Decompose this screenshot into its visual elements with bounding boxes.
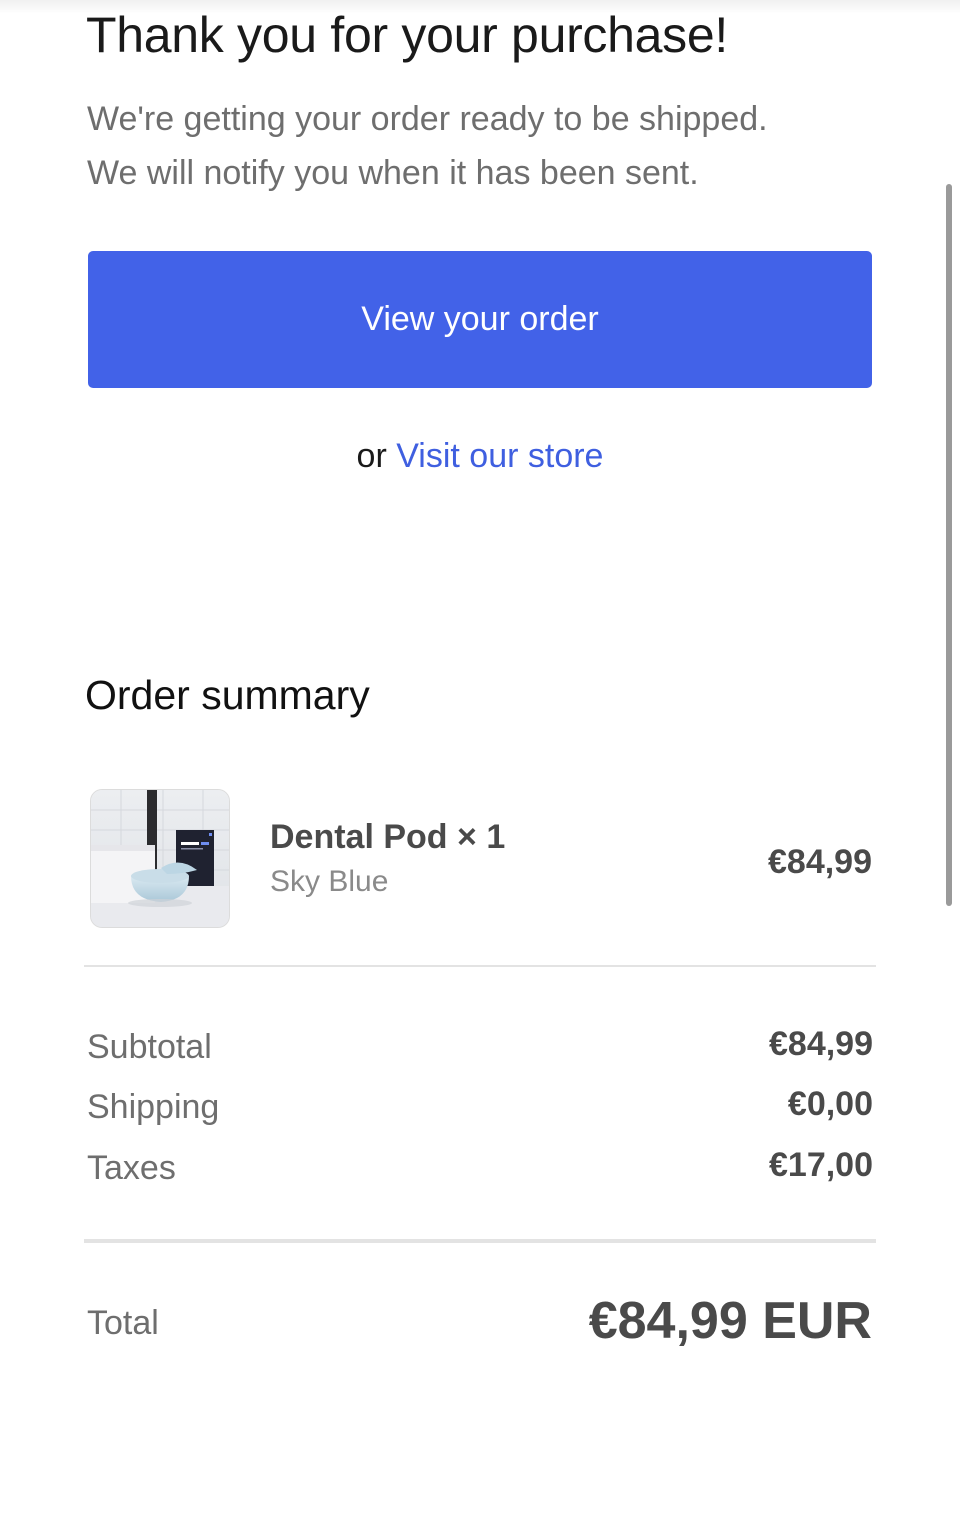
visit-store-link[interactable]: Visit our store [396,437,603,475]
taxes-value: €17,00 [769,1146,873,1184]
status-message-line-2: We will notify you when it has been sent… [87,154,699,192]
order-confirmation-page: Thank you for your purchase! We're getti… [0,0,960,1528]
totals-divider [84,1239,876,1243]
total-value: €84,99 EUR [588,1292,872,1350]
items-divider [84,965,876,967]
shipping-label: Shipping [87,1088,220,1126]
or-text: or [356,437,387,475]
product-thumbnail [90,789,230,928]
visit-store-line: or Visit our store [0,437,960,476]
page-title: Thank you for your purchase! [86,7,728,63]
status-message-line-1: We're getting your order ready to be shi… [87,100,768,138]
product-price: €84,99 [768,843,872,881]
order-summary-title: Order summary [85,672,370,718]
subtotal-value: €84,99 [769,1025,873,1063]
dental-pod-product-image [91,790,229,927]
total-label: Total [87,1304,159,1342]
product-name: Dental Pod × 1 [270,818,506,856]
taxes-label: Taxes [87,1149,176,1187]
shipping-value: €0,00 [787,1085,873,1123]
subtotal-label: Subtotal [87,1028,212,1066]
vertical-scrollbar[interactable] [946,184,952,906]
view-order-button[interactable]: View your order [88,251,872,388]
product-variant: Sky Blue [270,865,389,898]
